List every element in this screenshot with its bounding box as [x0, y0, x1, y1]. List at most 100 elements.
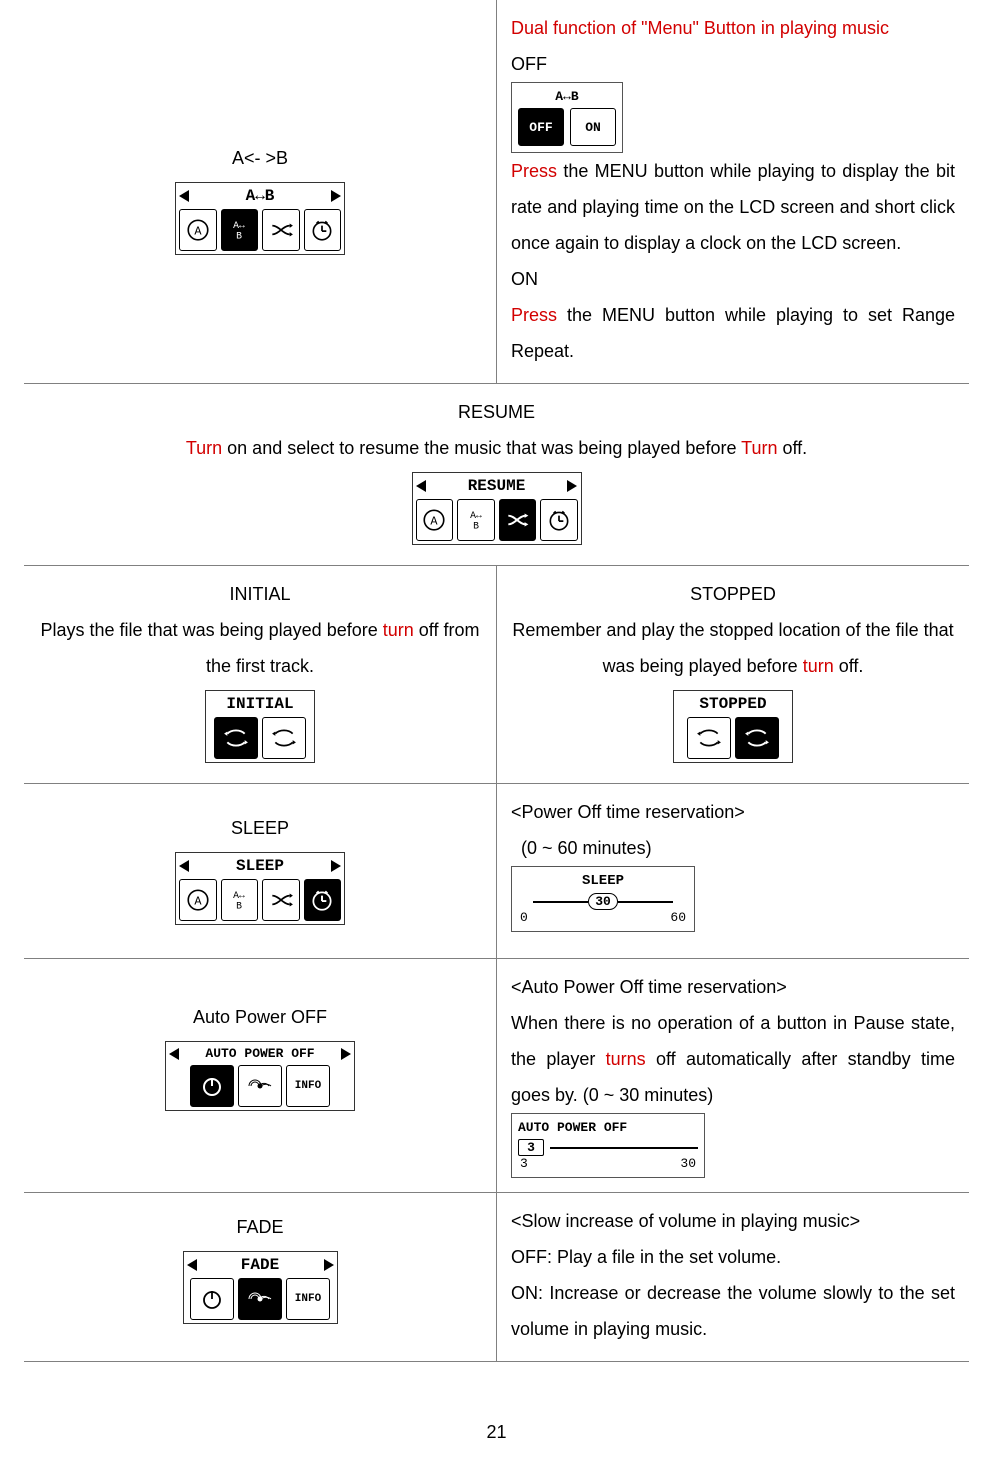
- fade-off-desc: OFF: Play a file in the set volume.: [511, 1239, 955, 1275]
- sleep-range: (0 ~ 60 minutes): [511, 830, 955, 866]
- lcd-resume: RESUME A A↔B: [412, 472, 582, 545]
- svg-text:B: B: [236, 231, 242, 242]
- ab-on-desc-text: the MENU button while playing to set Ran…: [511, 305, 955, 361]
- stopped-title: STOPPED: [511, 576, 955, 612]
- left-arrow-icon: [187, 1259, 197, 1271]
- repeat-all-icon: A: [179, 209, 217, 251]
- svg-text:A: A: [194, 894, 202, 908]
- ab-left-cell: A<- >B A↔B A A↔B: [24, 0, 497, 384]
- lcd-apo-nav: AUTO POWER OFF INFO: [165, 1041, 355, 1111]
- apo-left-cell: Auto Power OFF AUTO POWER OFF INFO: [24, 959, 497, 1193]
- fade-icon: [238, 1065, 282, 1107]
- lcd-ab: A↔B A A↔B: [175, 182, 345, 255]
- right-arrow-icon: [331, 860, 341, 872]
- loop-stop-icon: [735, 717, 779, 759]
- lcd-initial-header: INITIAL: [226, 695, 293, 713]
- on-tile: ON: [570, 108, 616, 146]
- ab-repeat-icon: A↔B: [221, 209, 259, 251]
- apo-right-title: <Auto Power Off time reservation>: [511, 969, 955, 1005]
- resume-title: RESUME: [38, 394, 955, 430]
- sleep-title: SLEEP: [38, 810, 482, 846]
- right-arrow-icon: [331, 190, 341, 202]
- lcd-sleep-header: SLEEP: [236, 857, 284, 875]
- apo-min: 3: [520, 1156, 528, 1171]
- power-icon: [190, 1278, 234, 1320]
- ab-off-press: Press: [511, 161, 557, 181]
- stopped-desc: Remember and play the stopped location o…: [511, 612, 955, 684]
- lcd-apo-header: AUTO POWER OFF: [205, 1046, 314, 1061]
- clock-icon: [304, 879, 342, 921]
- sleep-left-cell: SLEEP SLEEP A A↔B: [24, 784, 497, 959]
- resume-cell: RESUME Turn on and select to resume the …: [24, 384, 969, 566]
- right-arrow-icon: [341, 1048, 351, 1060]
- repeat-all-icon: A: [416, 499, 454, 541]
- ab-on-press: Press: [511, 305, 557, 325]
- fade-left-cell: FADE FADE INFO: [24, 1193, 497, 1362]
- left-arrow-icon: [179, 190, 189, 202]
- lcd-fade-nav: FADE INFO: [183, 1251, 338, 1324]
- loop-one-icon: [214, 717, 258, 759]
- initial-title: INITIAL: [38, 576, 482, 612]
- shuffle-icon: [262, 879, 300, 921]
- svg-text:A↔: A↔: [233, 890, 245, 901]
- resume-desc1: on and select to resume the music that w…: [222, 438, 741, 458]
- ab-icon: A↔B: [457, 499, 495, 541]
- sleep-value: 30: [588, 893, 618, 910]
- svg-text:A↔: A↔: [470, 510, 482, 521]
- lcd-stopped: STOPPED: [673, 690, 793, 763]
- repeat-all-icon: A: [179, 879, 217, 921]
- apo-value: 3: [518, 1139, 544, 1156]
- apo-desc: When there is no operation of a button i…: [511, 1005, 955, 1113]
- ab-on-label: ON: [511, 261, 955, 297]
- sleep-max: 60: [670, 910, 686, 925]
- lcd-initial: INITIAL: [205, 690, 315, 763]
- fade-on-desc: ON: Increase or decrease the volume slow…: [511, 1275, 955, 1347]
- resume-desc: Turn on and select to resume the music t…: [38, 430, 955, 466]
- info-icon: INFO: [286, 1065, 330, 1107]
- stopped-cell: STOPPED Remember and play the stopped lo…: [497, 566, 970, 784]
- apo-max: 30: [680, 1156, 696, 1171]
- left-arrow-icon: [416, 480, 426, 492]
- svg-text:B: B: [236, 901, 242, 912]
- resume-desc2: off.: [777, 438, 807, 458]
- lcd-sleep-nav: SLEEP A A↔B: [175, 852, 345, 925]
- shuffle-icon: [262, 209, 300, 251]
- fade-right-title: <Slow increase of volume in playing musi…: [511, 1203, 955, 1239]
- fade-icon: [238, 1278, 282, 1320]
- right-arrow-icon: [567, 480, 577, 492]
- left-arrow-icon: [169, 1048, 179, 1060]
- ab-icon: A↔B: [221, 879, 259, 921]
- info-icon: INFO: [286, 1278, 330, 1320]
- power-icon: [190, 1065, 234, 1107]
- resume-turn-on: Turn: [186, 438, 222, 458]
- ab-dual-title: Dual function of "Menu" Button in playin…: [511, 10, 955, 46]
- ab-right-cell: Dual function of "Menu" Button in playin…: [497, 0, 970, 384]
- right-arrow-icon: [324, 1259, 334, 1271]
- svg-text:A: A: [194, 224, 202, 238]
- stopped-desc2: off.: [834, 656, 864, 676]
- lcd-fade-header: FADE: [241, 1256, 279, 1274]
- lcd-apo-slider: AUTO POWER OFF 3 3 30: [511, 1113, 705, 1178]
- ab-on-desc: Press the MENU button while playing to s…: [511, 297, 955, 369]
- apo-right-cell: <Auto Power Off time reservation> When t…: [497, 959, 970, 1193]
- ab-off-desc-text: the MENU button while playing to display…: [511, 161, 955, 253]
- off-tile: OFF: [518, 108, 564, 146]
- lcd-ab-header: A↔B: [246, 187, 275, 205]
- ab-title: A<- >B: [38, 140, 482, 176]
- lcd-sleep-slider-header: SLEEP: [518, 873, 688, 893]
- sleep-right-title: <Power Off time reservation>: [511, 794, 955, 830]
- settings-table: A<- >B A↔B A A↔B: [24, 0, 969, 1362]
- lcd-offon-header: A↔B: [518, 89, 616, 108]
- lcd-sleep-slider: SLEEP 30 0 60: [511, 866, 695, 932]
- resume-turn-off: Turn: [741, 438, 777, 458]
- sleep-right-cell: <Power Off time reservation> (0 ~ 60 min…: [497, 784, 970, 959]
- clock-icon: [304, 209, 342, 251]
- ab-off-desc: Press the MENU button while playing to d…: [511, 153, 955, 261]
- apo-turns: turns: [606, 1049, 646, 1069]
- svg-text:A: A: [431, 514, 439, 528]
- fade-title: FADE: [38, 1209, 482, 1245]
- initial-desc1: Plays the file that was being played bef…: [41, 620, 383, 640]
- clock-icon: [540, 499, 578, 541]
- initial-turn: turn: [383, 620, 414, 640]
- svg-text:A↔: A↔: [233, 220, 245, 231]
